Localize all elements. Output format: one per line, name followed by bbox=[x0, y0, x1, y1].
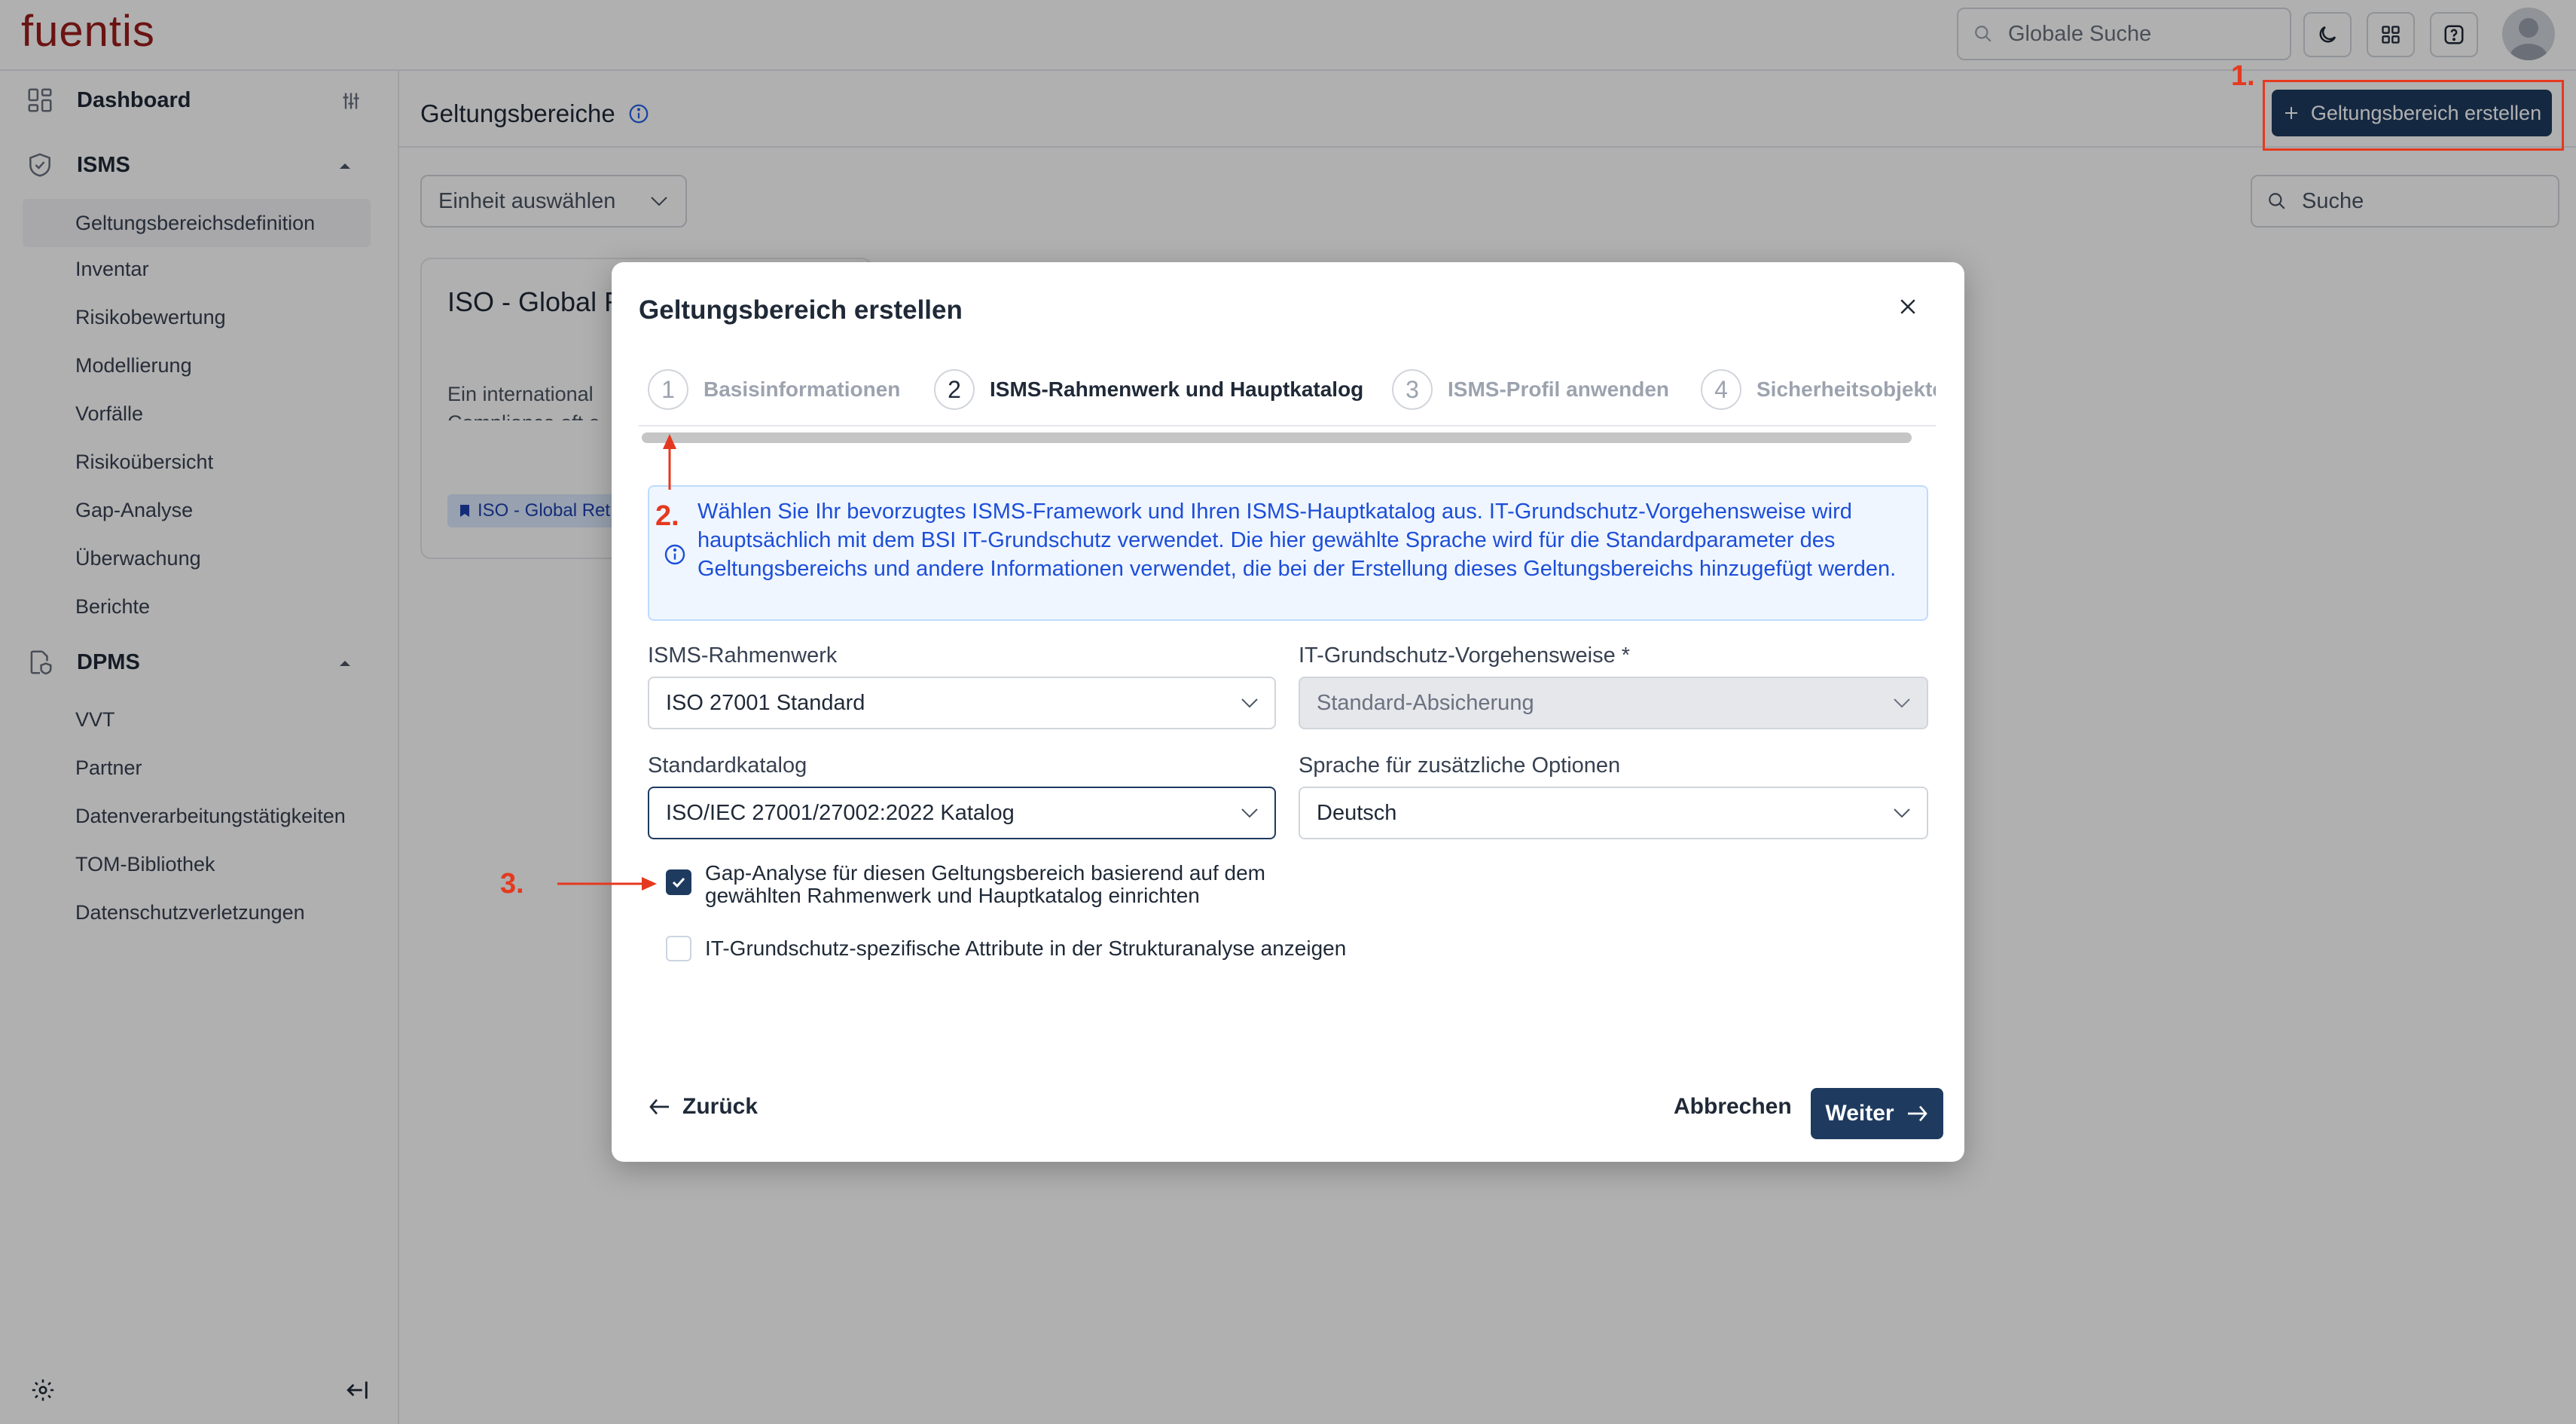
annotation-arrow-3 bbox=[557, 877, 657, 891]
annotation-label-3: 3. bbox=[500, 868, 524, 900]
annotation-label-2: 2. bbox=[655, 500, 679, 532]
annotation-arrows bbox=[557, 434, 676, 891]
annotation-arrow-2 bbox=[663, 434, 676, 490]
